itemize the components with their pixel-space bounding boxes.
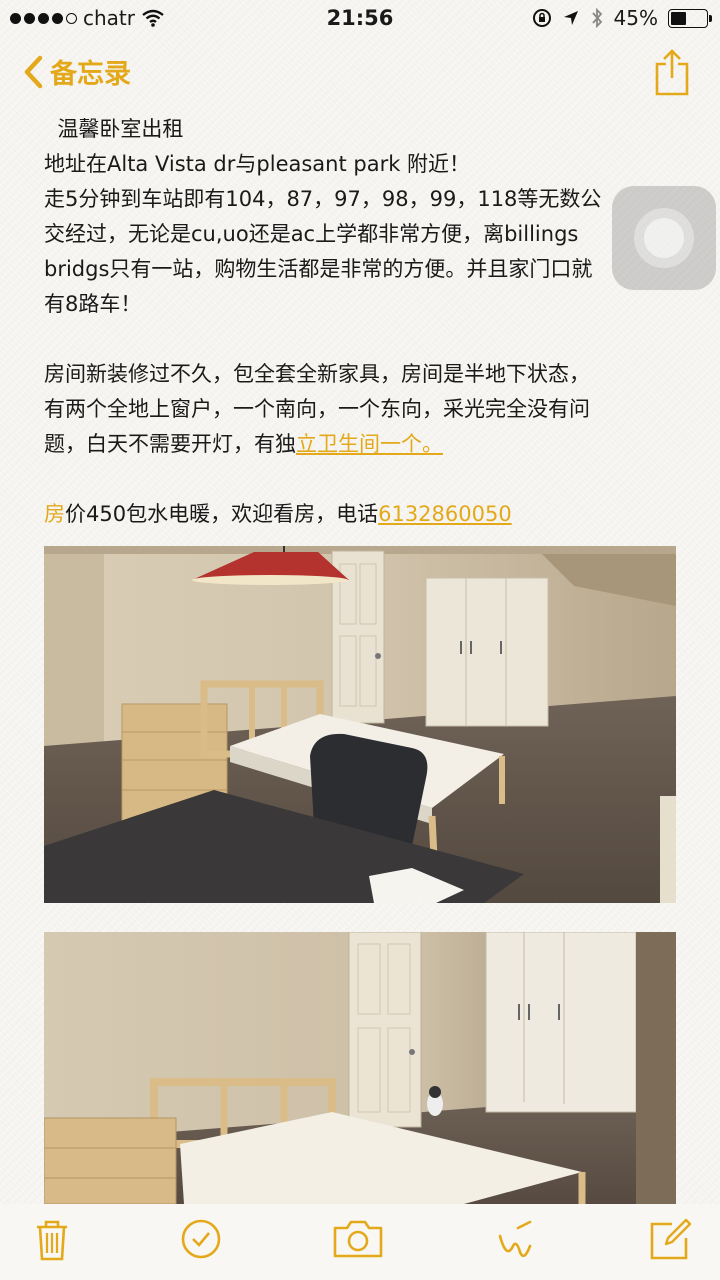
bottom-toolbar	[0, 1204, 720, 1280]
assistive-touch-button[interactable]	[612, 186, 716, 290]
bedroom-photo-2-image	[44, 932, 676, 1204]
transport-line-2: 交经过，无论是cu,uo还是ac上学都非常方便，离billings	[44, 222, 579, 246]
bedroom-photo-1[interactable]	[44, 546, 676, 903]
room-line-2: 有两个全地上窗户，一个南向，一个东向，采光完全没有问	[44, 397, 590, 421]
price-first-char: 房	[44, 502, 65, 526]
back-button[interactable]: 备忘录	[22, 52, 131, 91]
trash-icon	[37, 1220, 67, 1261]
address-line: 地址在Alta Vista dr与pleasant park 附近！	[44, 152, 471, 176]
camera-button[interactable]	[332, 1218, 384, 1264]
checklist-icon	[181, 1219, 221, 1259]
bedroom-photo-2[interactable]	[44, 932, 676, 1204]
room-line-3-text: 题，白天不需要开灯，有独	[44, 432, 296, 456]
location-arrow-icon	[563, 11, 578, 25]
note-body[interactable]: 温馨卧室出租 地址在Alta Vista dr与pleasant park 附近…	[44, 112, 684, 532]
bedroom-photo-1-image	[44, 546, 676, 903]
chevron-left-icon	[24, 55, 43, 88]
battery-icon	[668, 8, 712, 28]
sketch-icon	[498, 1220, 532, 1258]
camera-icon	[333, 1220, 383, 1258]
share-icon	[655, 49, 689, 96]
back-label: 备忘录	[50, 59, 131, 90]
transport-line-1: 走5分钟到车站即有104，87，97，98，99，118等无数公	[44, 187, 602, 211]
status-right: 45%	[532, 6, 712, 30]
share-button[interactable]	[654, 48, 690, 100]
note-title: 温馨卧室出租	[44, 117, 184, 141]
transport-line-3: bridgs只有一站，购物生活都是非常的方便。并且家门口就	[44, 257, 593, 281]
navigation-bar: 备忘录	[0, 44, 720, 104]
checklist-button[interactable]	[180, 1218, 222, 1264]
compose-button[interactable]	[648, 1218, 692, 1266]
room-line-1: 房间新装修过不久，包全套全新家具，房间是半地下状态，	[44, 362, 590, 386]
price-line: 房价450包水电暖，欢迎看房，电话6132860050	[44, 497, 684, 532]
status-bar: chatr 21:56 45%	[0, 0, 720, 36]
compose-icon	[650, 1218, 692, 1260]
delete-button[interactable]	[34, 1218, 70, 1266]
bluetooth-icon	[591, 8, 602, 28]
bathroom-link[interactable]: 立卫生间一个。	[296, 432, 443, 456]
price-text: 价450包水电暖，欢迎看房，电话	[65, 502, 379, 526]
battery-level	[671, 11, 686, 25]
room-line-3: 题，白天不需要开灯，有独立卫生间一个。	[44, 427, 684, 462]
sketch-button[interactable]	[496, 1218, 536, 1266]
battery-percent: 45%	[613, 6, 658, 30]
transport-line-4: 有8路车！	[44, 292, 142, 316]
phone-link[interactable]: 6132860050	[378, 502, 512, 526]
rotation-lock-icon	[532, 9, 551, 27]
